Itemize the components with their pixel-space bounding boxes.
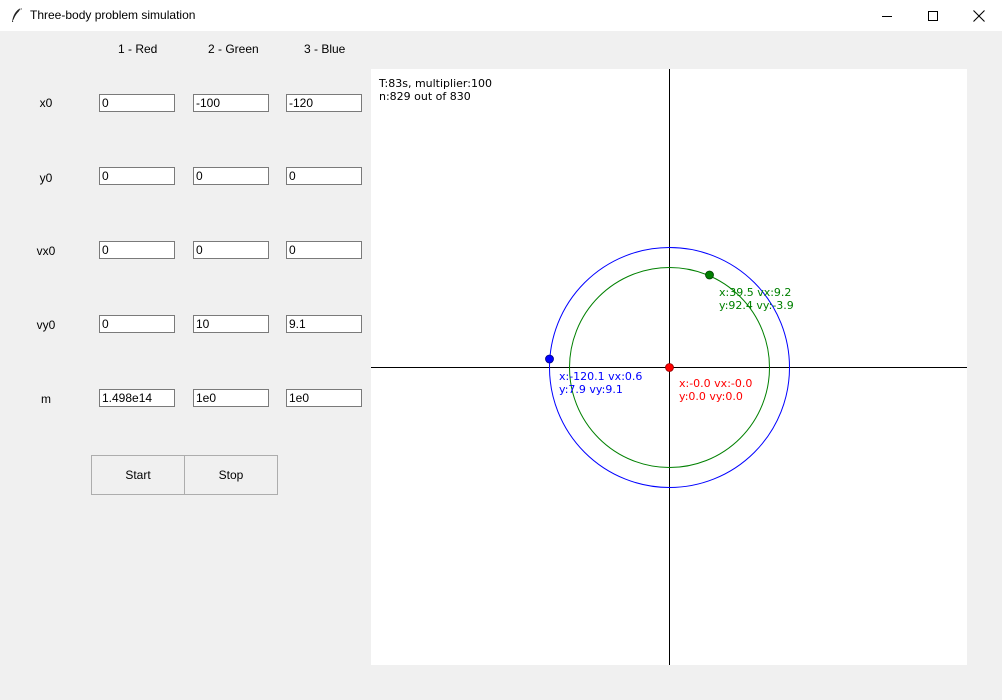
blue-body-position-label: x:-120.1 vx:0.6 (559, 370, 643, 383)
column-header-red: 1 - Red (118, 42, 158, 56)
vy0-blue-field[interactable] (286, 315, 362, 333)
vy0-red-field[interactable] (99, 315, 175, 333)
vx0-red-field[interactable] (99, 241, 175, 259)
m-red-field[interactable] (99, 389, 175, 407)
red-body-position-label: x:-0.0 vx:-0.0 (679, 377, 753, 390)
green-body-position-label: x:39.5 vx:9.2 (719, 286, 792, 299)
column-header-blue: 3 - Blue (304, 42, 346, 56)
y0-green-field[interactable] (193, 167, 269, 185)
close-icon (973, 9, 985, 22)
m-green-field[interactable] (193, 389, 269, 407)
row-label-y0: y0 (39, 171, 53, 185)
red-body-velocity-label: y:0.0 vy:0.0 (679, 390, 743, 403)
close-button[interactable] (956, 0, 1002, 31)
y0-red-field[interactable] (99, 167, 175, 185)
maximize-icon (928, 10, 938, 21)
minimize-icon (882, 15, 892, 17)
start-button[interactable]: Start (91, 455, 185, 495)
x0-green-field[interactable] (193, 94, 269, 112)
row-label-m: m (41, 392, 51, 406)
maximize-button[interactable] (910, 0, 956, 31)
x0-red-field[interactable] (99, 94, 175, 112)
row-label-vy0: vy0 (36, 318, 56, 332)
blue-body-velocity-label: y:7.9 vy:9.1 (559, 383, 623, 396)
vx0-green-field[interactable] (193, 241, 269, 259)
row-label-vx0: vx0 (36, 244, 56, 258)
simulation-canvas[interactable]: T:83s, multiplier:100 n:829 out of 830 x… (371, 69, 967, 665)
y0-blue-field[interactable] (286, 167, 362, 185)
title-bar: Three-body problem simulation (0, 0, 1002, 31)
feather-icon (10, 7, 24, 23)
x0-blue-field[interactable] (286, 94, 362, 112)
vx0-blue-field[interactable] (286, 241, 362, 259)
stop-button[interactable]: Stop (184, 455, 278, 495)
green-body (705, 270, 714, 280)
m-blue-field[interactable] (286, 389, 362, 407)
red-body (665, 363, 674, 372)
window-title: Three-body problem simulation (30, 8, 196, 22)
simulation-drawing (371, 69, 967, 665)
blue-body (545, 354, 554, 364)
vy0-green-field[interactable] (193, 315, 269, 333)
status-step: n:829 out of 830 (379, 90, 471, 103)
column-header-green: 2 - Green (208, 42, 259, 56)
row-label-x0: x0 (39, 96, 53, 110)
green-body-velocity-label: y:92.4 vy:-3.9 (719, 299, 794, 312)
status-time: T:83s, multiplier:100 (379, 77, 492, 90)
minimize-button[interactable] (864, 0, 910, 31)
